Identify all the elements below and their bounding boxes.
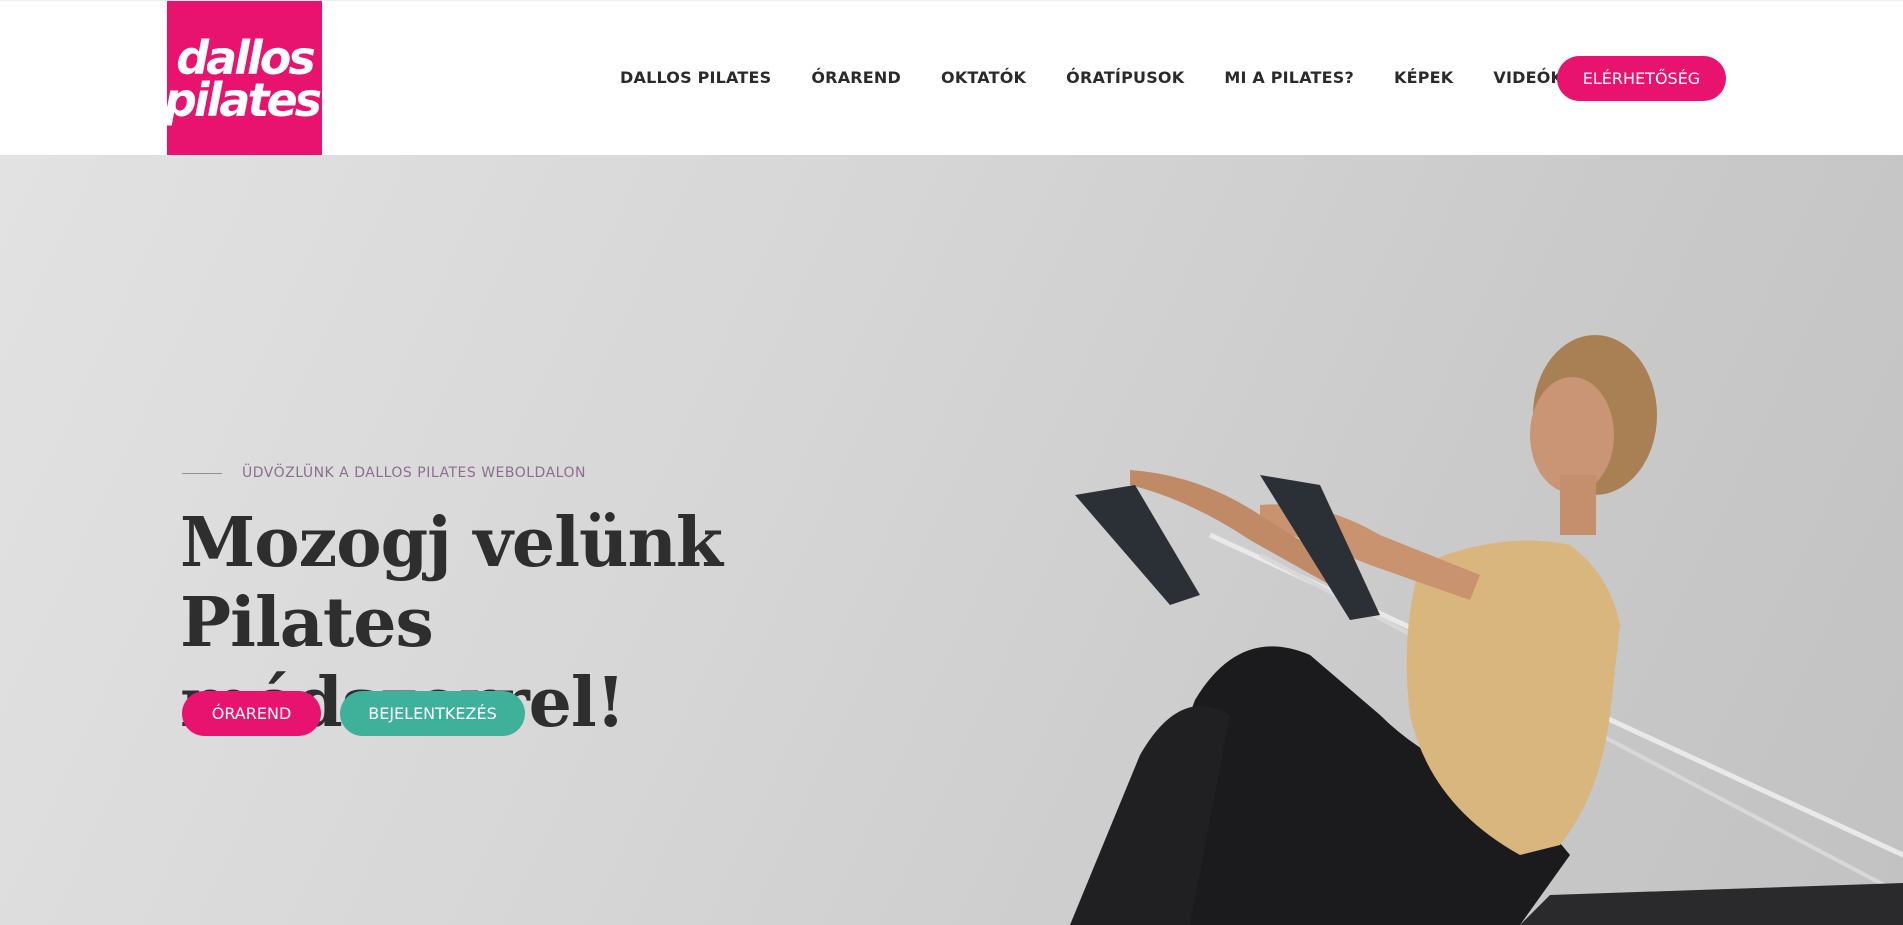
hero-buttons: ÓRAREND BEJELENTKEZÉS <box>182 691 525 736</box>
eyebrow-divider <box>182 472 222 474</box>
nav-item-oratipusok[interactable]: ÓRATÍPUSOK <box>1066 68 1184 87</box>
contact-button[interactable]: ELÉRHETŐSÉG <box>1557 56 1726 101</box>
hero-eyebrow: ÜDVÖZLÜNK A DALLOS PILATES WEBOLDALON <box>182 465 586 481</box>
site-logo[interactable]: dallos pilates <box>163 1 322 156</box>
nav-item-kepek[interactable]: KÉPEK <box>1394 68 1453 87</box>
nav-item-orarend[interactable]: ÓRAREND <box>811 68 901 87</box>
hand-strap <box>1075 485 1200 605</box>
nav-item-mi-a-pilates[interactable]: MI A PILATES? <box>1224 68 1354 87</box>
nav-item-dallos-pilates[interactable]: DALLOS PILATES <box>620 68 771 87</box>
nav-item-oktatok[interactable]: OKTATÓK <box>941 68 1026 87</box>
hero-section: ÜDVÖZLÜNK A DALLOS PILATES WEBOLDALON Mo… <box>0 155 1903 925</box>
schedule-button[interactable]: ÓRAREND <box>182 691 321 736</box>
nav-item-videok[interactable]: VIDEÓK <box>1493 68 1563 87</box>
reformer-frame <box>1520 883 1903 925</box>
login-button[interactable]: BEJELENTKEZÉS <box>340 691 525 736</box>
hero-photo <box>1070 335 1903 925</box>
neck <box>1560 475 1596 535</box>
hero-eyebrow-text: ÜDVÖZLÜNK A DALLOS PILATES WEBOLDALON <box>242 465 586 481</box>
main-nav: DALLOS PILATES ÓRAREND OKTATÓK ÓRATÍPUSO… <box>620 57 1603 97</box>
site-header: dallos pilates DALLOS PILATES ÓRAREND OK… <box>0 0 1903 156</box>
hero-headline-line-1: Mozogj velünk <box>180 503 723 583</box>
logo-line-2: pilates <box>163 72 322 127</box>
